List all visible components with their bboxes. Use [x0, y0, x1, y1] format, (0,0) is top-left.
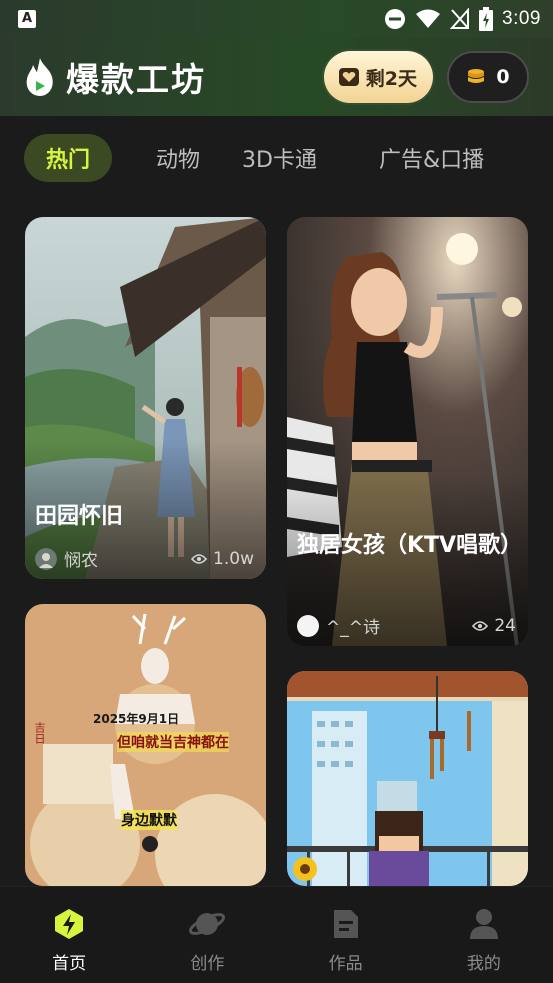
- card-meta: ^_^诗 24: [297, 613, 516, 638]
- view-count: 24: [472, 616, 516, 636]
- image-side-text: 吉日: [33, 722, 46, 744]
- image-date-text: 2025年9月1日: [93, 712, 180, 726]
- lightning-icon: [55, 909, 84, 939]
- vip-remaining-label: 剩2天: [365, 67, 417, 90]
- image-caption-2: 身边默默: [121, 810, 177, 830]
- tab-3d-cartoon[interactable]: 3D卡通: [242, 134, 317, 182]
- template-card[interactable]: 独居女孩（KTV唱歌） ^_^诗 24: [287, 217, 528, 646]
- status-time: 3:09: [502, 8, 541, 29]
- nav-home-label: 首页: [52, 954, 87, 974]
- battery-charging-icon: [479, 7, 494, 31]
- author-name: 悯农: [64, 551, 98, 571]
- coin-balance-button[interactable]: 0: [447, 51, 529, 103]
- planet-icon: [189, 913, 226, 935]
- flame-play-icon: [26, 58, 53, 96]
- card-title: 独居女孩（KTV唱歌）: [297, 533, 523, 558]
- tab-hot[interactable]: 热门: [24, 134, 112, 182]
- nav-profile-label: 我的: [466, 954, 501, 974]
- category-tabs: 热门 动物 3D卡通 广告&口播: [0, 130, 553, 186]
- image-caption-1: 但咱就当吉神都在: [117, 732, 229, 752]
- document-icon: [333, 910, 358, 938]
- author-name: ^_^诗: [326, 618, 380, 638]
- card-title: 田园怀旧: [35, 504, 124, 529]
- no-signal-icon: [450, 8, 470, 29]
- avatar: [297, 614, 319, 637]
- eye-icon: [472, 620, 489, 631]
- nav-create[interactable]: 创作: [138, 887, 276, 983]
- user-icon: [469, 909, 498, 939]
- eye-icon: [191, 553, 208, 564]
- tab-animals[interactable]: 动物: [156, 134, 200, 182]
- vip-heart-icon: [338, 68, 359, 86]
- template-card[interactable]: 2025年9月1日 但咱就当吉神都在 身边默默 吉日: [25, 604, 266, 886]
- nav-profile[interactable]: 我的: [415, 887, 553, 983]
- bottom-navigation: 首页 创作 作品 我的: [0, 886, 553, 983]
- card-thumbnail: [287, 671, 528, 886]
- template-card[interactable]: [287, 671, 528, 886]
- app-notification-icon: A: [18, 10, 36, 28]
- view-count: 1.0w: [191, 549, 254, 569]
- nav-works-label: 作品: [328, 954, 363, 974]
- card-meta: 悯农 1.0w: [35, 546, 254, 571]
- template-card[interactable]: 田园怀旧 悯农 1.0w: [25, 217, 266, 579]
- nav-home[interactable]: 首页: [0, 887, 138, 983]
- app-logo: 爆款工坊: [24, 53, 206, 101]
- coin-count: 0: [496, 66, 510, 88]
- app-header: 爆款工坊 剩2天 0: [0, 38, 553, 116]
- wifi-icon: [416, 9, 441, 28]
- coin-stack-icon: [468, 69, 485, 83]
- app-title: 爆款工坊: [66, 60, 206, 99]
- tab-ads-voiceover[interactable]: 广告&口播: [379, 134, 484, 182]
- nav-create-label: 创作: [190, 954, 225, 974]
- vip-remaining-button[interactable]: 剩2天: [323, 51, 433, 103]
- dnd-icon: [385, 9, 406, 29]
- avatar: [35, 547, 57, 570]
- nav-works[interactable]: 作品: [277, 887, 415, 983]
- status-bar: A 3:09: [0, 0, 553, 38]
